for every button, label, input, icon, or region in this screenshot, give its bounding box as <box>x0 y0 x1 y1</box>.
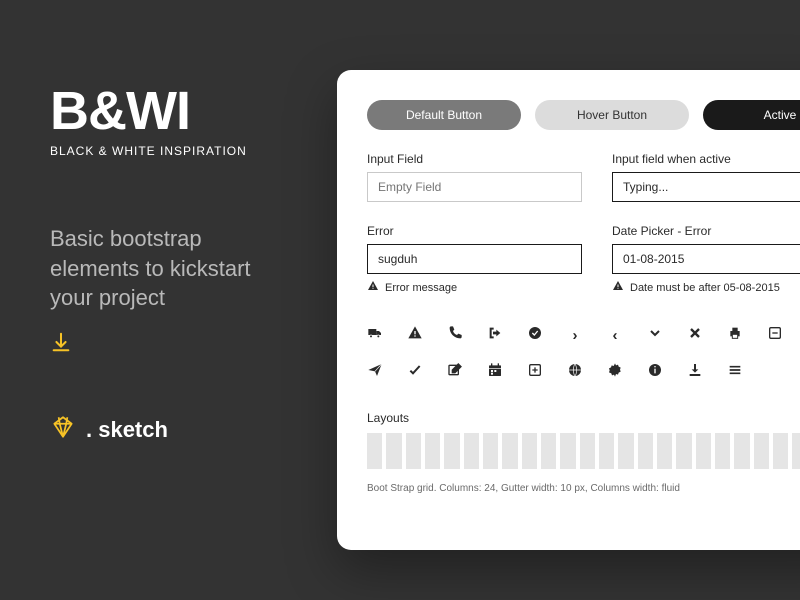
elements-card: Default Button Hover Button Active Input… <box>337 70 800 550</box>
default-button[interactable]: Default Button <box>367 100 521 130</box>
bars-icon <box>727 362 743 383</box>
plus-square-icon <box>527 362 543 383</box>
gear-icon <box>607 362 623 383</box>
layouts-label: Layouts <box>367 411 800 425</box>
input-label-error: Error <box>367 224 582 238</box>
input-normal[interactable] <box>367 172 582 202</box>
brand-tagline: Basic bootstrap elements to kickstart yo… <box>50 224 290 313</box>
warning-icon <box>407 325 423 346</box>
input-label-normal: Input Field <box>367 152 582 166</box>
date-error-message: Date must be after 05-08-2015 <box>630 282 780 294</box>
input-error[interactable] <box>367 244 582 274</box>
download-icon <box>687 362 703 383</box>
signout-icon <box>487 325 503 346</box>
chevron-down-icon <box>647 325 663 346</box>
paper-plane-icon <box>367 362 383 383</box>
active-button[interactable]: Active <box>703 100 800 130</box>
chevron-left-icon: ‹ <box>607 327 623 345</box>
minus-square-icon <box>767 325 783 346</box>
edit-icon <box>447 362 463 383</box>
info-icon <box>647 362 663 383</box>
icon-grid: › ‹ « » <box>367 325 800 383</box>
truck-icon <box>367 325 383 346</box>
sketch-label: . sketch <box>86 417 168 443</box>
check-icon <box>407 362 423 383</box>
brand-title: B&WI <box>50 84 290 138</box>
input-active[interactable] <box>612 172 800 202</box>
phone-icon <box>447 325 463 346</box>
calendar-icon <box>487 362 503 383</box>
download-icon[interactable] <box>50 331 290 358</box>
grid-caption: Boot Strap grid. Columns: 24, Gutter wid… <box>367 483 800 494</box>
brand-subtitle: BLACK & WHITE INSPIRATION <box>50 144 290 158</box>
grid-columns <box>367 433 800 469</box>
globe-icon <box>567 362 583 383</box>
warning-icon <box>367 280 379 295</box>
sketch-icon <box>50 414 76 445</box>
input-label-date: Date Picker - Error <box>612 224 800 238</box>
error-message: Error message <box>385 282 457 294</box>
check-circle-icon <box>527 325 543 346</box>
hover-button[interactable]: Hover Button <box>535 100 689 130</box>
input-label-active: Input field when active <box>612 152 800 166</box>
warning-icon <box>612 280 624 295</box>
print-icon <box>727 325 743 346</box>
chevron-right-icon: › <box>567 327 583 345</box>
times-icon <box>687 325 703 346</box>
input-date[interactable] <box>612 244 800 274</box>
